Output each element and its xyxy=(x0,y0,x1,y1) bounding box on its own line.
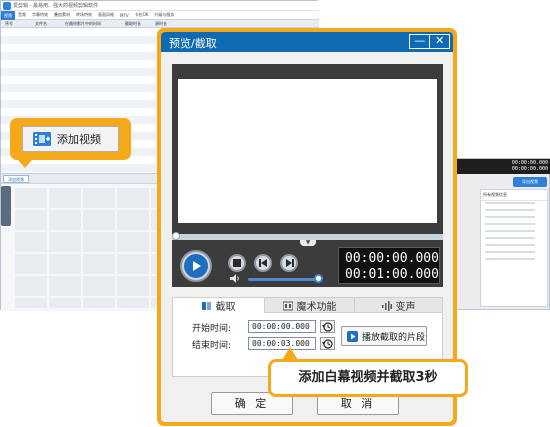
column-index: 序号 xyxy=(5,20,13,26)
menu-picture-style[interactable]: 画面风格 xyxy=(95,12,117,18)
column-timeline-time: 在最终影片中的时间 xyxy=(65,20,101,26)
background-menubar: 视频 音频 字幕特效 叠加素材 转场特效 画面风格 MTV 卡拉OK 升级与服务 xyxy=(1,10,319,20)
voice-icon xyxy=(381,300,392,311)
menu-transitions[interactable]: 转场特效 xyxy=(73,12,95,18)
callout-add-video: 添加视频 xyxy=(10,118,131,160)
menu-upgrade[interactable]: 升级与服务 xyxy=(151,12,177,18)
volume-slider-thumb[interactable] xyxy=(314,274,323,283)
time-display: 00:00:00.000 00:01:00.000 xyxy=(338,247,440,284)
seek-thumb[interactable] xyxy=(172,232,180,240)
background-right-panel: 00:00:00.000 00:00:00.000 导出视频 所有视频信息 xyxy=(455,158,550,310)
tab-voice-label: 变声 xyxy=(395,302,416,313)
play-button[interactable] xyxy=(180,250,212,282)
column-clip-length: 截取时长 xyxy=(125,20,141,26)
menu-overlay[interactable]: 叠加素材 xyxy=(51,12,73,18)
background-titlebar: 爱剪辑 - 最易用、强大的视频剪辑软件 xyxy=(1,1,319,11)
add-video-label: 添加视频 xyxy=(57,133,101,146)
stop-icon xyxy=(233,259,241,267)
app-logo-icon xyxy=(3,2,11,10)
fast-forward-icon xyxy=(285,259,294,267)
minimize-button[interactable]: — xyxy=(410,35,429,48)
menu-video[interactable]: 视频 xyxy=(1,10,15,20)
clock-pick-icon xyxy=(322,338,333,349)
callout-add-video-pointer xyxy=(18,160,32,168)
stop-button[interactable] xyxy=(228,254,246,272)
add-video-button[interactable]: 添加视频 xyxy=(22,126,119,152)
tab-voice[interactable]: 变声 xyxy=(355,298,442,313)
background-timecode-display: 00:00:00.000 00:00:00.000 xyxy=(456,159,550,174)
tab-magic[interactable]: 魔术功能 xyxy=(265,298,355,313)
tab-trim[interactable]: 截取 xyxy=(173,298,265,313)
next-frame-button[interactable] xyxy=(280,254,298,272)
video-preview-screen[interactable] xyxy=(178,79,437,223)
tab-trim-label: 截取 xyxy=(215,302,236,313)
start-time-input[interactable]: 00:00:00.000 xyxy=(248,320,316,333)
close-button[interactable]: ✕ xyxy=(429,35,449,48)
screenshot-root: 爱剪辑 - 最易用、强大的视频剪辑软件 视频 音频 字幕特效 叠加素材 转场特效… xyxy=(0,0,550,427)
dialog-window-buttons: — ✕ xyxy=(409,34,450,49)
menu-audio[interactable]: 音频 xyxy=(15,12,29,18)
background-time-total: 00:00:00.000 xyxy=(511,166,548,172)
prev-frame-button[interactable] xyxy=(254,254,272,272)
start-time-label: 开始时间: xyxy=(192,324,232,334)
background-app-title: 爱剪辑 - 最易用、强大的视频剪辑软件 xyxy=(13,3,98,9)
column-filename: 文件名 xyxy=(35,20,47,26)
tab-magic-label: 魔术功能 xyxy=(296,302,337,313)
video-preview-frame xyxy=(172,64,443,234)
playback-controls: ▼ 00:00:00.000 00:01:00.000 xyxy=(172,240,443,287)
dialog-title: 预览/截取 xyxy=(169,37,217,50)
current-time: 00:00:00.000 xyxy=(345,251,439,266)
background-table-header: 序号 文件名 在最终影片中的时间 截取时长 源时长 xyxy=(1,20,319,28)
volume-slider[interactable] xyxy=(248,278,322,281)
scissors-icon xyxy=(201,301,211,310)
menu-subtitle-effects[interactable]: 字幕特效 xyxy=(29,12,51,18)
play-clip-label: 播放截取的片段 xyxy=(362,332,426,343)
play-clip-icon xyxy=(347,330,358,342)
dialog-tabs: 截取 魔术功能 变声 xyxy=(172,297,443,313)
end-time-label: 结束时间: xyxy=(192,341,232,351)
background-info-lines xyxy=(485,202,535,262)
pick-end-time-button[interactable] xyxy=(320,337,335,350)
background-side-tab[interactable] xyxy=(1,186,11,226)
background-export-button[interactable]: 导出视频 xyxy=(513,177,547,187)
callout-instruction: 添加白幕视频并截取3秒 xyxy=(268,359,468,397)
menu-mtv[interactable]: MTV xyxy=(117,13,132,18)
dialog-titlebar[interactable]: 预览/截取 — ✕ xyxy=(161,32,453,52)
background-info-title: 所有视频信息 xyxy=(481,190,547,201)
menu-karaoke[interactable]: 卡拉OK xyxy=(132,12,152,18)
play-icon xyxy=(184,254,208,278)
magic-icon xyxy=(282,301,293,310)
pick-start-time-button[interactable] xyxy=(320,320,335,333)
background-info-panel: 所有视频信息 xyxy=(480,189,548,307)
rewind-icon xyxy=(258,259,267,267)
play-clip-button[interactable]: 播放截取的片段 xyxy=(341,326,427,346)
clock-pick-icon xyxy=(322,321,333,332)
chevron-down-icon[interactable]: ▼ xyxy=(300,240,316,246)
total-time: 00:01:00.000 xyxy=(345,267,439,282)
column-source-length: 源时长 xyxy=(155,20,167,26)
background-add-video-tab[interactable]: 添加视频 xyxy=(3,175,29,183)
film-add-icon xyxy=(33,132,51,146)
volume-icon[interactable] xyxy=(230,274,240,283)
